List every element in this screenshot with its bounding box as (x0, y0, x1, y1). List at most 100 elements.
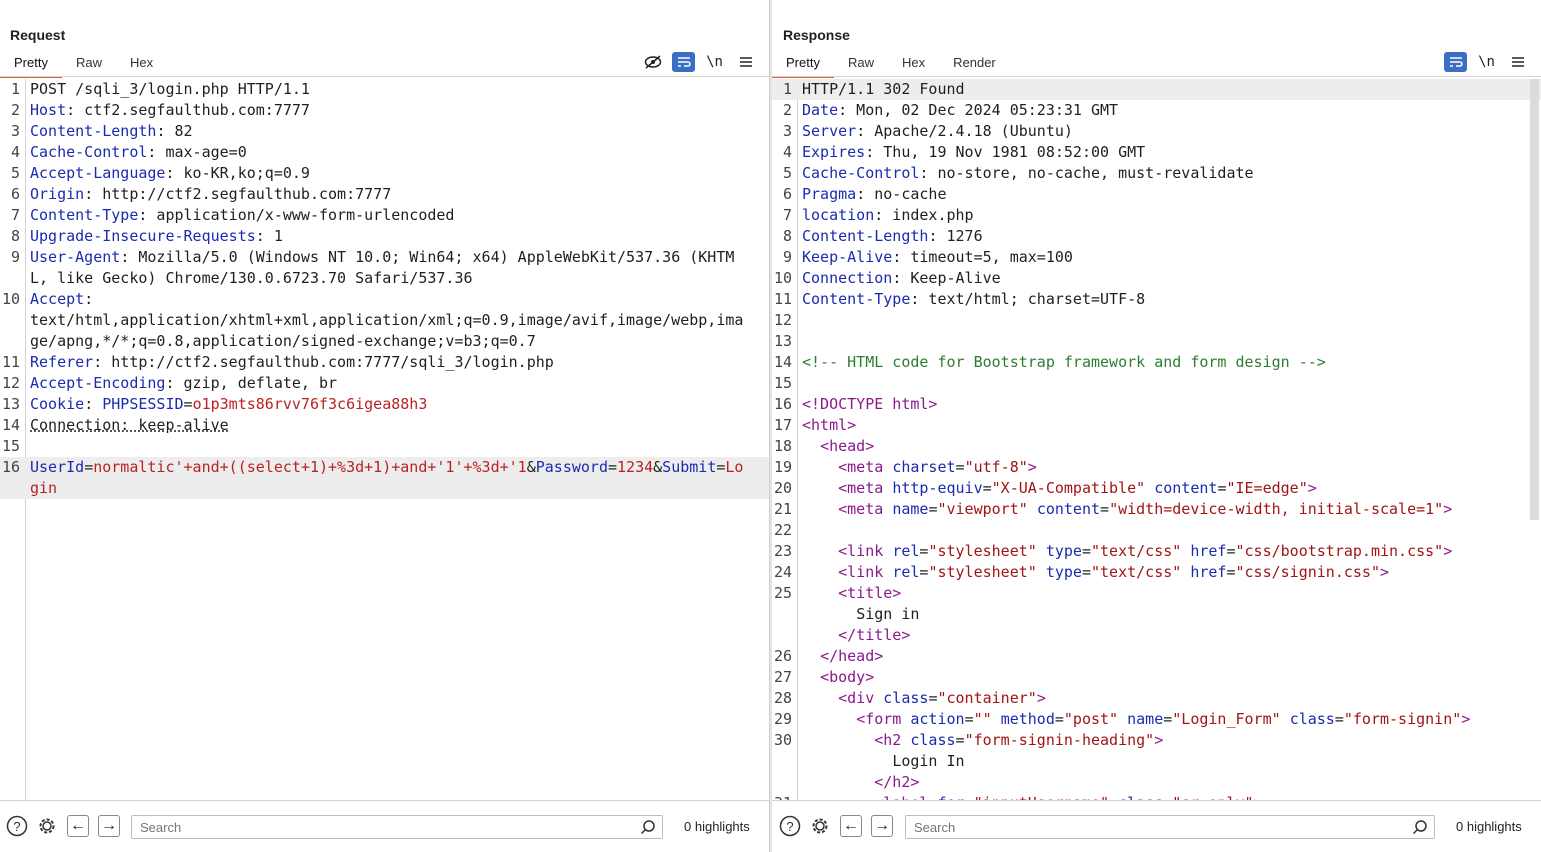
code-token: rel (892, 542, 920, 560)
code-line[interactable]: 4 Cache-Control: max-age=0 (0, 142, 769, 163)
line-text: Content-Length: 1276 (792, 226, 1527, 247)
code-token: = (84, 458, 94, 476)
code-line[interactable]: 15 (0, 436, 769, 457)
code-line[interactable]: 20 <meta http-equiv="X-UA-Compatible" co… (772, 478, 1541, 499)
line-number: 15 (1, 437, 20, 455)
code-line[interactable]: 2 Date: Mon, 02 Dec 2024 05:23:31 GMT (772, 100, 1541, 121)
code-token: UserId (30, 458, 85, 476)
line-number: 1 (782, 80, 792, 98)
tab-pretty[interactable]: Pretty (772, 52, 834, 78)
code-line[interactable]: 10 Accept: text/html,application/xhtml+xm… (0, 289, 769, 352)
menu-button[interactable] (1506, 52, 1529, 72)
tab-render[interactable]: Render (939, 52, 1010, 76)
tab-underline (772, 76, 1541, 77)
line-number: 7 (782, 206, 792, 224)
hide-nonprintable-button[interactable] (641, 52, 664, 72)
code-line[interactable]: 4 Expires: Thu, 19 Nov 1981 08:52:00 GMT (772, 142, 1541, 163)
code-line[interactable]: 5 Cache-Control: no-store, no-cache, must… (772, 163, 1541, 184)
search-input[interactable] (912, 819, 1396, 836)
code-line[interactable]: 8 Upgrade-Insecure-Requests: 1 (0, 226, 769, 247)
code-token: HTTP/1.1 302 Found (802, 80, 965, 98)
code-line[interactable]: 11 Content-Type: text/html; charset=UTF-8 (772, 289, 1541, 310)
line-number: 10 (773, 269, 792, 287)
code-line[interactable]: 22 (772, 520, 1541, 541)
code-line[interactable]: 11 Referer: http://ctf2.segfaulthub.com:7… (0, 352, 769, 373)
menu-button[interactable] (734, 52, 757, 72)
line-text: Upgrade-Insecure-Requests: 1 (20, 226, 748, 247)
line-text: Content-Type: application/x-www-form-url… (20, 205, 748, 226)
next-button[interactable]: → (871, 815, 893, 837)
code-line[interactable]: 28 <div class="container"> (772, 688, 1541, 709)
code-line[interactable]: 9 User-Agent: Mozilla/5.0 (Windows NT 10.… (0, 247, 769, 289)
code-token: Origin (30, 185, 85, 203)
help-button[interactable]: ? (6, 815, 28, 837)
request-editor[interactable]: 1 POST /sqli_3/login.php HTTP/1.1 2 Host: c… (0, 79, 769, 801)
tab-raw[interactable]: Raw (834, 52, 888, 76)
code-line[interactable]: 21 <meta name="viewport" content="width=… (772, 499, 1541, 520)
help-button[interactable]: ? (779, 815, 801, 837)
code-line[interactable]: 3 Server: Apache/2.4.18 (Ubuntu) (772, 121, 1541, 142)
code-line[interactable]: 16 <!DOCTYPE html> (772, 394, 1541, 415)
tab-hex[interactable]: Hex (116, 52, 167, 76)
scrollbar-thumb[interactable] (1530, 79, 1539, 520)
code-token: "form-signin" (1343, 710, 1462, 728)
code-line[interactable]: 14 Connection: keep-alive (0, 415, 769, 436)
code-line[interactable]: 10 Connection: Keep-Alive (772, 268, 1541, 289)
code-line[interactable]: 24 <link rel="stylesheet" type="text/css… (772, 562, 1541, 583)
code-line[interactable]: 5 Accept-Language: ko-KR,ko;q=0.9 (0, 163, 769, 184)
search-input[interactable] (138, 819, 622, 836)
code-line[interactable]: 29 <form action="" method="post" name="L… (772, 709, 1541, 730)
tab-hex[interactable]: Hex (888, 52, 939, 76)
show-newlines-button[interactable]: \n (703, 52, 726, 72)
tab-pretty[interactable]: Pretty (0, 52, 62, 78)
code-token: = (1334, 710, 1344, 728)
show-newlines-button[interactable]: \n (1475, 52, 1498, 72)
code-line[interactable]: 2 Host: ctf2.segfaulthub.com:7777 (0, 100, 769, 121)
previous-button[interactable]: ← (67, 815, 89, 837)
code-line[interactable]: 7 Content-Type: application/x-www-form-ur… (0, 205, 769, 226)
line-text: Origin: http://ctf2.segfaulthub.com:7777 (20, 184, 748, 205)
code-line[interactable]: 6 Origin: http://ctf2.segfaulthub.com:777… (0, 184, 769, 205)
code-line[interactable]: 1 HTTP/1.1 302 Found (772, 79, 1541, 100)
code-token: "text/css" (1091, 542, 1182, 560)
tab-raw[interactable]: Raw (62, 52, 116, 76)
code-line[interactable]: 12 Accept-Encoding: gzip, deflate, br (0, 373, 769, 394)
code-line[interactable]: 30 <h2 class="form-signin-heading"> Logi… (772, 730, 1541, 793)
code-line[interactable]: 1 POST /sqli_3/login.php HTTP/1.1 (0, 79, 769, 100)
word-wrap-button[interactable] (672, 52, 695, 72)
code-line[interactable]: 15 (772, 373, 1541, 394)
code-line[interactable]: 12 (772, 310, 1541, 331)
code-line[interactable]: 23 <link rel="stylesheet" type="text/css… (772, 541, 1541, 562)
code-line[interactable]: 6 Pragma: no-cache (772, 184, 1541, 205)
line-text: Referer: http://ctf2.segfaulthub.com:777… (20, 352, 748, 373)
code-line[interactable]: 17 <html> (772, 415, 1541, 436)
code-line[interactable]: 14 <!-- HTML code for Bootstrap framework… (772, 352, 1541, 373)
code-line[interactable]: 19 <meta charset="utf-8"> (772, 457, 1541, 478)
code-line[interactable]: 13 (772, 331, 1541, 352)
line-number: 22 (773, 521, 792, 539)
code-line[interactable]: 7 location: index.php (772, 205, 1541, 226)
code-token: content (1036, 500, 1101, 518)
line-number: 7 (10, 206, 20, 224)
code-line[interactable]: 8 Content-Length: 1276 (772, 226, 1541, 247)
settings-button[interactable] (809, 815, 831, 837)
code-line[interactable]: 26 </head> (772, 646, 1541, 667)
code-token: : 1276 (928, 227, 983, 245)
code-line[interactable]: 27 <body> (772, 667, 1541, 688)
code-token: location (802, 206, 875, 224)
code-token: name (1127, 710, 1164, 728)
code-line[interactable]: 13 Cookie: PHPSESSID=o1p3mts86rvv76f3c6ig… (0, 394, 769, 415)
response-editor[interactable]: 1 HTTP/1.1 302 Found 2 Date: Mon, 02 Dec 20… (772, 79, 1541, 801)
code-line[interactable]: 18 <head> (772, 436, 1541, 457)
word-wrap-button[interactable] (1444, 52, 1467, 72)
request-tabs: Pretty Raw Hex (0, 52, 167, 78)
code-line[interactable]: 3 Content-Length: 82 (0, 121, 769, 142)
previous-button[interactable]: ← (840, 815, 862, 837)
next-button[interactable]: → (98, 815, 120, 837)
code-line[interactable]: 25 <title> Sign in </title> (772, 583, 1541, 646)
code-line[interactable]: 16 UserId=normaltic'+and+((select+1)+%3d+… (0, 457, 769, 499)
settings-button[interactable] (36, 815, 58, 837)
code-line[interactable]: 9 Keep-Alive: timeout=5, max=100 (772, 247, 1541, 268)
